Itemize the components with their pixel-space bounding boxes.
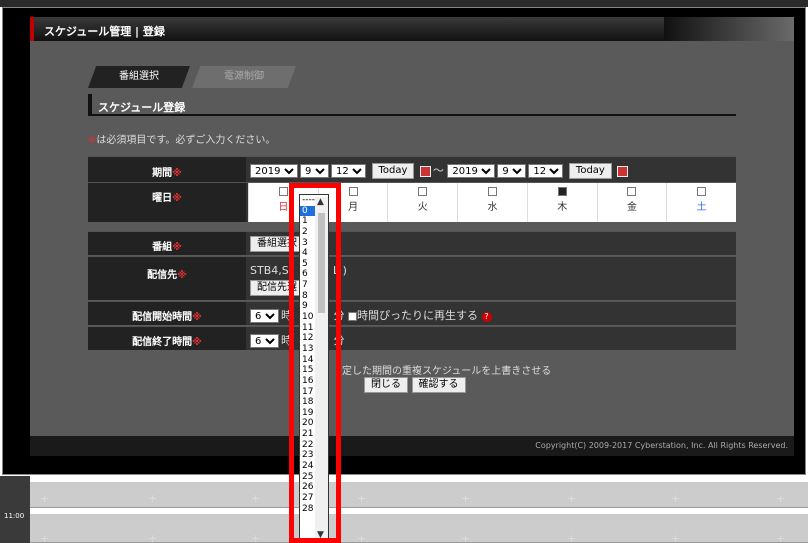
program-row: 番組※ 番組選択 (88, 231, 736, 255)
program-label: 番組 (152, 242, 173, 253)
weekday-checkbox[interactable] (557, 187, 567, 196)
tab-power-control[interactable]: 電源制御 (192, 66, 296, 88)
period-label: 期間 (152, 168, 173, 179)
end-hour-select[interactable]: 6 (250, 334, 279, 348)
section-header: スケジュール登録 (88, 94, 736, 116)
destination-row: 配信先※ STB4,St L ) 配信先選 (88, 256, 736, 300)
period-end-year[interactable]: 2019 (447, 164, 496, 178)
period-start-month[interactable]: 9 (300, 164, 329, 178)
weekday-checkbox[interactable] (348, 187, 358, 196)
window-title: スケジュール管理 | 登録 (44, 25, 165, 38)
calendar-icon[interactable] (419, 165, 431, 177)
add-slot-icon[interactable]: + (357, 532, 366, 543)
calendar-icon[interactable] (617, 165, 629, 177)
exact-time-checkbox[interactable] (348, 311, 357, 321)
period-start-year[interactable]: 2019 (250, 164, 298, 178)
weekday-6[interactable]: 土 (666, 183, 736, 222)
period-end-day[interactable]: 12 (528, 164, 564, 178)
weekday-checkbox[interactable] (418, 187, 428, 196)
add-slot-icon[interactable]: + (40, 492, 49, 505)
period-separator: ～ (432, 164, 444, 177)
weekday-checkbox[interactable] (627, 187, 637, 196)
add-slot-icon[interactable]: + (776, 492, 785, 505)
tab-program-select[interactable]: 番組選択 (88, 66, 190, 88)
weekday-label: 曜日 (152, 193, 173, 204)
add-slot-icon[interactable]: + (671, 492, 680, 505)
highlight-box (289, 183, 341, 543)
today-button-end[interactable]: Today (568, 163, 612, 179)
add-slot-icon[interactable]: + (776, 532, 785, 543)
start-time-row: 配信開始時間※ 6時 分 時間ぴったりに再生する ? (88, 301, 736, 325)
add-slot-icon[interactable]: + (357, 492, 366, 505)
grid-time-label: 11:00 (4, 512, 25, 520)
weekday-checkbox[interactable] (278, 187, 288, 196)
end-time-label: 配信終了時間 (132, 337, 193, 348)
add-slot-icon[interactable]: + (251, 532, 260, 543)
period-end-month[interactable]: 9 (497, 164, 527, 178)
close-button[interactable]: 閉じる (364, 377, 408, 393)
add-slot-icon[interactable]: + (671, 532, 680, 543)
end-time-row: 配信終了時間※ 6時 分 (88, 326, 736, 350)
start-hour-select[interactable]: 6 (250, 309, 279, 323)
period-row: 期間※ 2019 9 12 Today ～ 2019 9 12 Today (88, 156, 736, 182)
today-button-start[interactable]: Today (371, 163, 415, 179)
weekday-checkbox[interactable] (697, 187, 707, 196)
copyright: Copyright(C) 2009-2017 Cyberstation, Inc… (535, 441, 788, 450)
top-bar (0, 0, 808, 7)
weekday-3[interactable]: 水 (457, 183, 527, 222)
period-start-day[interactable]: 12 (331, 164, 366, 178)
schedule-grid (0, 476, 808, 543)
add-slot-icon[interactable]: + (40, 532, 49, 543)
add-slot-icon[interactable]: + (567, 492, 576, 505)
section-title: スケジュール登録 (98, 101, 186, 114)
overwrite-option[interactable]: 定した期間の重複スケジュールを上書きさせる (342, 362, 551, 377)
destination-label: 配信先 (147, 270, 178, 281)
add-slot-icon[interactable]: + (461, 492, 470, 505)
weekday-row: 曜日※ 日月火水木金土 (88, 182, 736, 222)
required-notice: ※は必須項目です。必ずご入力ください。 (88, 135, 276, 146)
weekday-2[interactable]: 火 (387, 183, 457, 222)
footer: Copyright(C) 2009-2017 Cyberstation, Inc… (30, 436, 794, 456)
add-slot-icon[interactable]: + (251, 492, 260, 505)
destination-value: STB4,St (250, 264, 294, 277)
help-icon[interactable]: ? (481, 312, 492, 322)
add-slot-icon[interactable]: + (148, 532, 157, 543)
title-bar: スケジュール管理 | 登録 (30, 17, 794, 41)
weekday-5[interactable]: 金 (596, 183, 667, 222)
add-slot-icon[interactable]: + (567, 532, 576, 543)
add-slot-icon[interactable]: + (461, 532, 470, 543)
weekday-checkbox[interactable] (488, 187, 498, 196)
add-slot-icon[interactable]: + (148, 492, 157, 505)
confirm-button[interactable]: 確認する (411, 377, 466, 393)
weekday-4[interactable]: 木 (526, 183, 597, 222)
start-time-label: 配信開始時間 (132, 312, 193, 323)
